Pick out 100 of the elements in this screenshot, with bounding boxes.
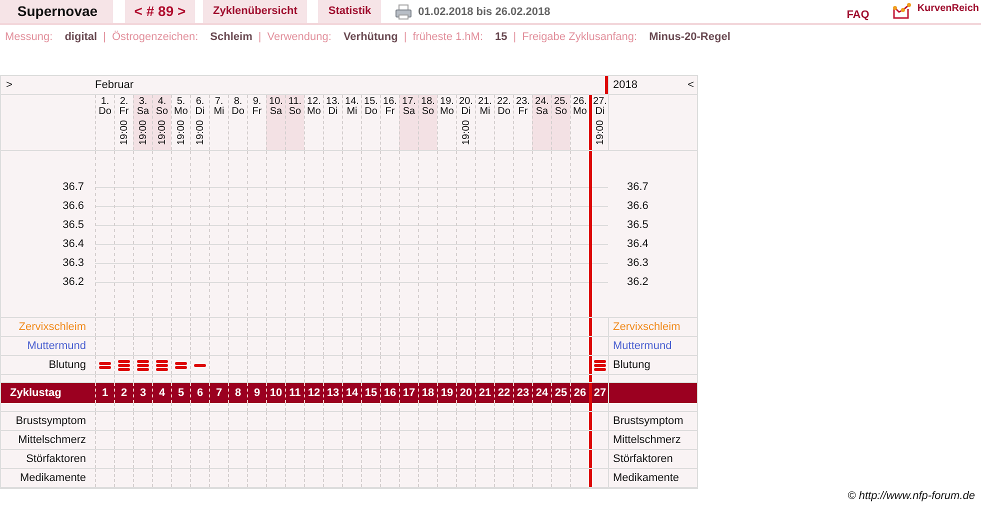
- row-label: Brustsymptom: [613, 415, 684, 427]
- row-label: Muttermund: [613, 340, 672, 352]
- user-name: Supernovae: [0, 0, 113, 23]
- cycle-day-number: 19: [440, 387, 454, 399]
- year-label: 2018: [613, 79, 638, 91]
- cycle-day-number: 4: [158, 387, 166, 399]
- temperature-label: 36.2: [62, 275, 84, 290]
- day-header[interactable]: 24. Sa: [532, 95, 551, 150]
- bleeding-mark[interactable]: [594, 360, 606, 370]
- day-header[interactable]: 1. Do: [95, 95, 114, 150]
- cycle-day-number: 5: [178, 387, 184, 399]
- row-label: Störfaktoren: [26, 453, 86, 465]
- cycle-day-number: 20: [460, 387, 472, 399]
- temperature-label: 36.5: [627, 218, 650, 233]
- bleeding-mark[interactable]: [118, 360, 130, 370]
- bleeding-mark[interactable]: [156, 360, 168, 370]
- cycle-day-number: 24: [536, 387, 548, 399]
- logo-icon: [891, 2, 914, 20]
- faq-link[interactable]: FAQ: [846, 8, 870, 20]
- day-header[interactable]: 10. Sa: [266, 95, 285, 150]
- next-arrow[interactable]: <: [688, 79, 694, 91]
- cycle-navigation[interactable]: < # 89 >: [125, 0, 195, 23]
- day-header[interactable]: 5. Mo 19:00: [171, 95, 190, 150]
- day-header[interactable]: 18. So: [418, 95, 437, 150]
- setting-label: Verwendung:: [267, 31, 332, 43]
- day-header[interactable]: 26. Mo: [570, 95, 589, 150]
- row-label: Brustsymptom: [16, 415, 86, 427]
- cycle-day-number: 12: [308, 387, 320, 399]
- setting-label: Freigabe Zyklusanfang:: [522, 31, 638, 43]
- day-header[interactable]: 17. Sa: [399, 95, 418, 150]
- row-label: Medikamente: [613, 472, 680, 484]
- setting-value: Verhütung: [343, 31, 398, 43]
- row-label: Störfaktoren: [613, 453, 673, 465]
- setting-value: Minus-20-Regel: [649, 31, 730, 43]
- bleeding-mark[interactable]: [175, 362, 187, 368]
- date-range: 01.02.2018 bis 26.02.2018: [418, 6, 550, 18]
- day-header[interactable]: 25. So: [551, 95, 570, 150]
- cycle-day-number: 13: [326, 387, 340, 399]
- setting-value: digital: [64, 31, 98, 43]
- temperature-label: 36.3: [62, 256, 84, 271]
- row-label: Medikamente: [20, 472, 86, 484]
- separator: |: [103, 31, 106, 43]
- day-header[interactable]: 13. Di: [323, 95, 342, 150]
- cycle-day-number: 27: [594, 387, 606, 399]
- cycle-day-number: 18: [422, 387, 434, 399]
- separator: |: [513, 31, 516, 43]
- cycle-day-number: 26: [574, 387, 586, 399]
- day-header[interactable]: 4. So 19:00: [152, 95, 171, 150]
- temperature-label: 36.3: [627, 256, 650, 271]
- cycle-day-number: 14: [346, 387, 358, 399]
- cycle-day-number: 10: [270, 387, 282, 399]
- day-header[interactable]: 20. Di 19:00: [456, 95, 475, 150]
- setting-value: Schleim: [210, 31, 252, 43]
- bleeding-mark[interactable]: [99, 362, 111, 368]
- temperature-label: 36.7: [627, 180, 650, 195]
- row-label: Mittelschmerz: [613, 434, 681, 446]
- cycle-day-number: 8: [234, 387, 242, 399]
- setting-label: früheste 1.hM:: [412, 31, 484, 43]
- day-header[interactable]: 15. Do: [361, 95, 380, 150]
- cycle-day-number: 22: [498, 387, 510, 399]
- nav-tab[interactable]: Zyklenübersicht: [203, 0, 308, 23]
- day-header[interactable]: 7. Mi: [209, 95, 228, 150]
- row-label: Muttermund: [27, 340, 86, 352]
- cycle-day-number: 21: [478, 387, 492, 399]
- day-header[interactable]: 19. Mo: [437, 95, 456, 150]
- cycle-day-number: 6: [196, 387, 204, 399]
- printer-icon[interactable]: [395, 4, 412, 20]
- row-label: Blutung: [48, 359, 86, 371]
- day-header[interactable]: 14. Mi: [342, 95, 361, 150]
- cycle-day-number: 23: [516, 387, 530, 399]
- brand-name: KurvenReich: [917, 3, 979, 14]
- temperature-label: 36.7: [62, 180, 84, 195]
- day-header[interactable]: 6. Di 19:00: [190, 95, 209, 150]
- day-header[interactable]: 11. So: [285, 95, 304, 150]
- separator: |: [404, 31, 407, 43]
- cycle-day-number: 11: [289, 387, 301, 399]
- temperature-label: 36.5: [62, 218, 84, 233]
- cycle-day-label: Zyklustag: [10, 387, 62, 399]
- setting-value: 15: [495, 31, 508, 43]
- cycle-day-number: 7: [216, 387, 222, 399]
- bleeding-mark[interactable]: [137, 360, 149, 370]
- previous-arrow[interactable]: >: [6, 79, 12, 91]
- nav-tab[interactable]: Statistik: [318, 0, 382, 23]
- copyright-text: © http://www.nfp-forum.de: [848, 490, 975, 502]
- cycle-day-number: 1: [102, 387, 108, 399]
- cycle-day-number: 3: [140, 387, 146, 399]
- day-header[interactable]: 3. Sa 19:00: [133, 95, 152, 150]
- day-header[interactable]: 27. Di 19:00: [589, 95, 608, 150]
- row-label: Mittelschmerz: [18, 434, 86, 446]
- temperature-label: 36.6: [627, 199, 650, 214]
- day-header[interactable]: 22. Do: [494, 95, 513, 150]
- bleeding-mark[interactable]: [194, 364, 206, 366]
- temperature-label: 36.6: [62, 199, 84, 214]
- cycle-day-number: 17: [402, 387, 416, 399]
- day-header[interactable]: 21. Mi: [475, 95, 494, 150]
- row-label: Zervixschleim: [613, 321, 680, 333]
- cycle-day-number: 25: [554, 387, 568, 399]
- day-header[interactable]: 12. Mo: [304, 95, 323, 150]
- setting-label: Östrogenzeichen:: [112, 31, 198, 43]
- day-header[interactable]: 8. Do: [228, 95, 247, 150]
